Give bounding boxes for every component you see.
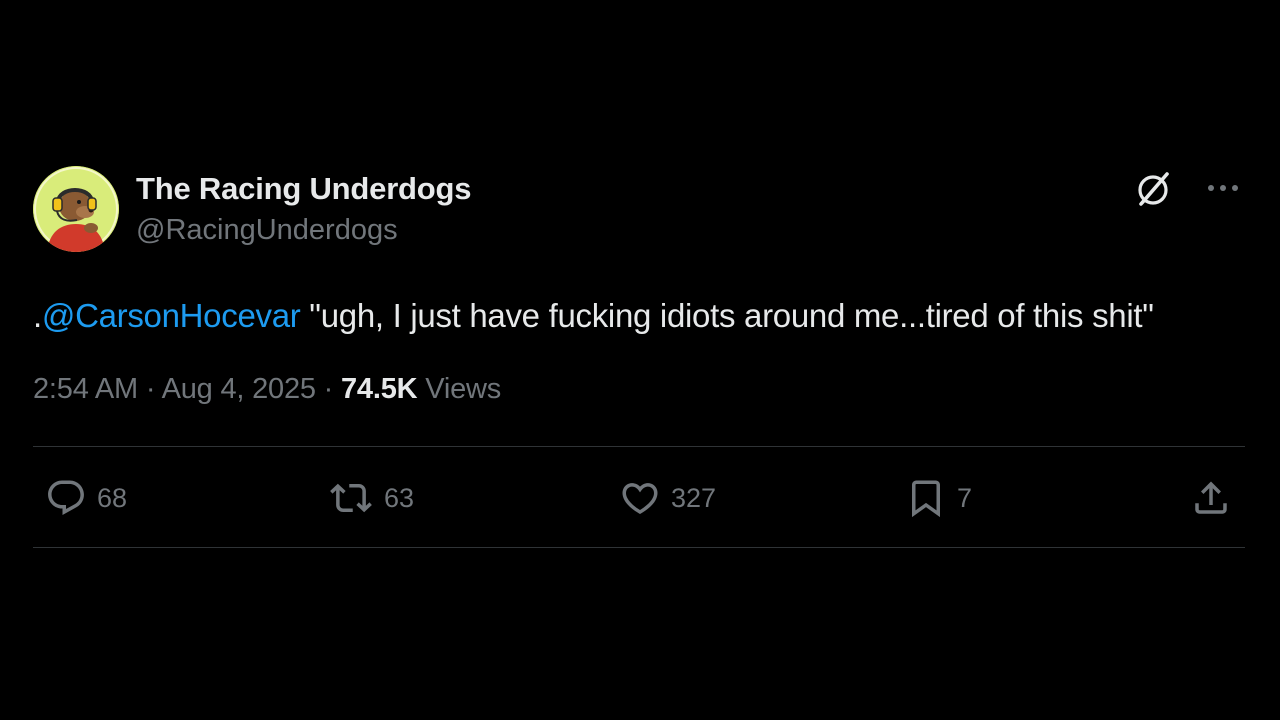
bookmark-icon <box>912 480 940 518</box>
divider <box>33 547 1245 548</box>
grok-icon[interactable] <box>1133 168 1175 210</box>
share-button[interactable] <box>1190 477 1232 519</box>
meta-separator: · <box>323 373 334 405</box>
avatar[interactable] <box>33 166 119 252</box>
share-upload-icon <box>1195 481 1227 514</box>
tweet-card: The Racing Underdogs @RacingUnderdogs .@… <box>33 166 1245 548</box>
repost-button[interactable]: 63 <box>328 477 414 519</box>
tweet-text-prefix: . <box>33 297 42 334</box>
bookmark-button[interactable]: 7 <box>905 477 972 519</box>
bookmark-count: 7 <box>957 483 973 513</box>
tweet-header: The Racing Underdogs @RacingUnderdogs <box>33 166 1245 254</box>
repost-count: 63 <box>384 483 415 513</box>
reply-bubble-icon <box>48 480 84 515</box>
reply-button[interactable]: 68 <box>45 477 127 519</box>
more-dots-icon[interactable] <box>1205 176 1245 200</box>
avatar-image <box>33 166 119 252</box>
tweet-date[interactable]: Aug 4, 2025 <box>162 373 316 405</box>
repost-arrows-icon <box>330 483 372 513</box>
like-count: 327 <box>671 483 717 513</box>
author-display-name[interactable]: The Racing Underdogs <box>136 170 472 208</box>
meta-separator: · <box>145 373 156 405</box>
views-count[interactable]: 74.5K <box>341 373 418 405</box>
author-info: The Racing Underdogs @RacingUnderdogs <box>136 170 472 250</box>
heart-icon <box>622 483 658 515</box>
mention-link[interactable]: @CarsonHocevar <box>42 297 301 334</box>
tweet-text-body: "ugh, I just have fucking idiots around … <box>300 297 1154 334</box>
tweet-time[interactable]: 2:54 AM <box>33 373 138 405</box>
action-bar: 68 63 327 7 <box>33 447 1245 547</box>
tweet-text: .@CarsonHocevar "ugh, I just have fuckin… <box>33 291 1248 341</box>
tweet-meta: 2:54 AM · Aug 4, 2025 · 74.5K Views <box>33 369 1245 409</box>
views-label: Views <box>417 373 502 405</box>
like-button[interactable]: 327 <box>619 477 716 519</box>
reply-count: 68 <box>97 483 128 513</box>
author-handle[interactable]: @RacingUnderdogs <box>136 210 471 250</box>
